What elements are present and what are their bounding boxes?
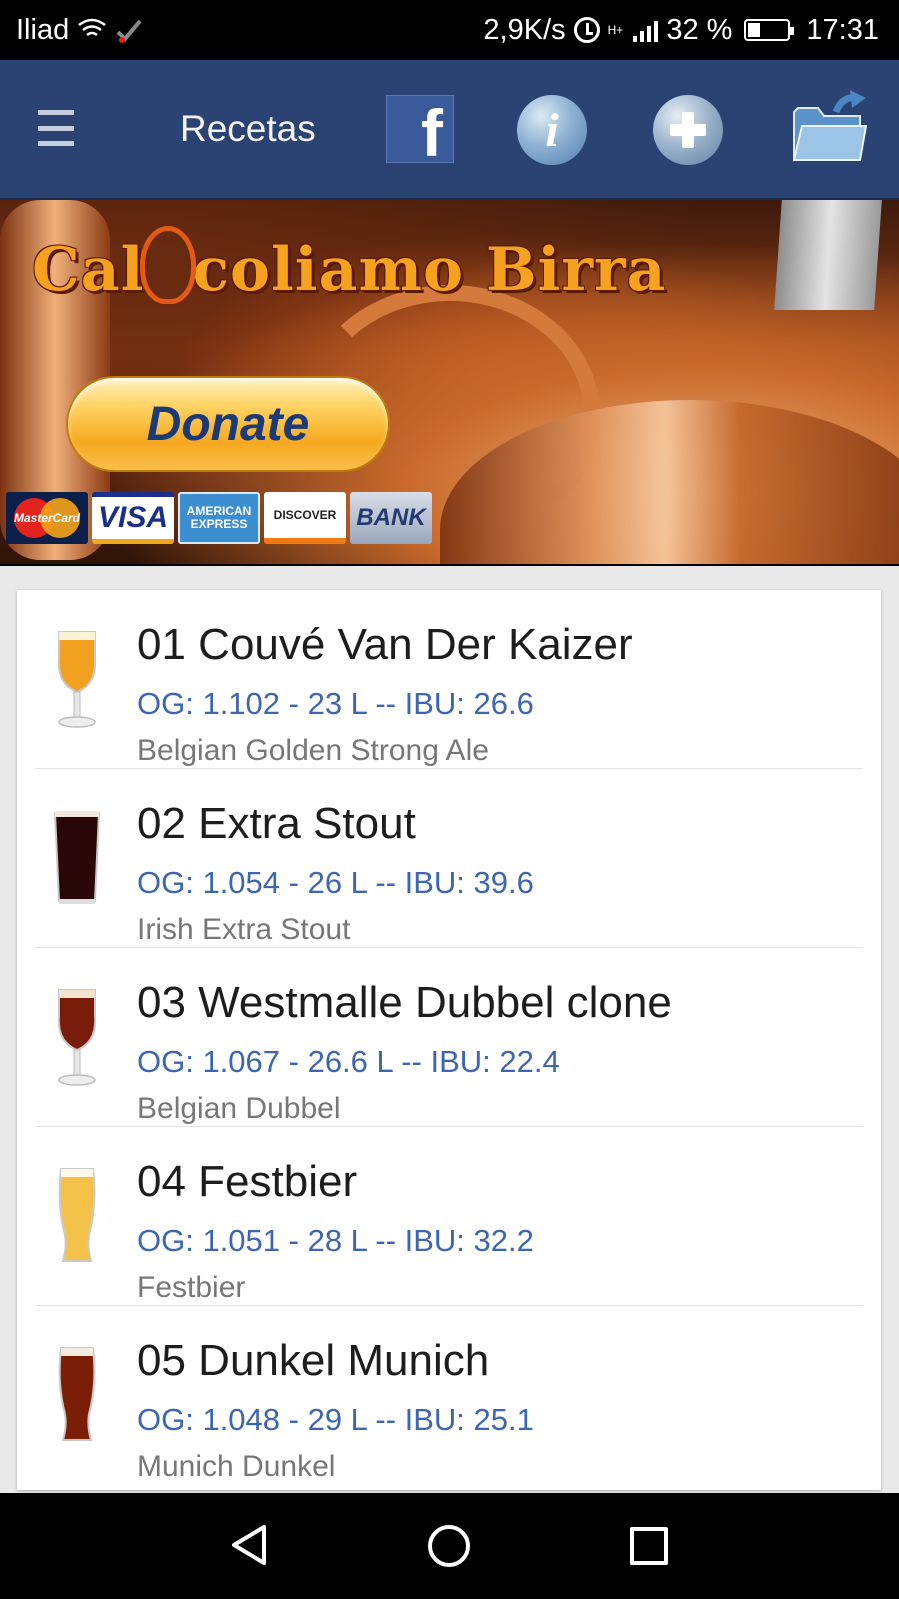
amex-logo: AMERICAN EXPRESS [178, 492, 260, 544]
battery-icon [744, 19, 795, 41]
visa-logo: VISA [92, 492, 174, 544]
recipe-name: 03 Westmalle Dubbel clone [137, 978, 672, 1027]
recipe-name: 04 Festbier [137, 1157, 358, 1206]
bank-logo: BANK [350, 492, 432, 544]
banner-vent [774, 200, 882, 310]
weizen-glass-icon [58, 1168, 96, 1262]
logo-swirl-icon [140, 226, 197, 304]
app-bar: Recetas f i [0, 60, 899, 200]
recipe-style: Festbier [137, 1271, 246, 1304]
status-left: Iliad [16, 14, 143, 47]
recipe-item[interactable]: 02 Extra Stout OG: 1.054 - 26 L -- IBU: … [17, 769, 881, 948]
facebook-button[interactable]: f [386, 95, 454, 170]
signal-icon [633, 18, 659, 42]
payment-cards: MasterCard VISA AMERICAN EXPRESS DISCOVE… [6, 492, 432, 544]
recipe-stats: OG: 1.048 - 29 L -- IBU: 25.1 [137, 1402, 534, 1437]
recipe-name: 05 Dunkel Munich [137, 1336, 490, 1385]
facebook-icon: f [421, 96, 443, 170]
brand-logo: Cal coliamo Birra [32, 226, 666, 308]
recipe-item[interactable]: 03 Westmalle Dubbel clone OG: 1.067 - 26… [17, 948, 881, 1127]
recipe-item[interactable]: 05 Dunkel Munich OG: 1.048 - 29 L -- IBU… [17, 1306, 881, 1485]
status-bar: Iliad 2,9K/s H+ 32 % 17:31 [0, 0, 899, 60]
network-speed: 2,9K/s [483, 13, 566, 46]
open-folder-button[interactable] [790, 90, 868, 166]
info-icon: i [545, 103, 559, 157]
battery-percent: 32 % [666, 13, 733, 46]
mastercard-logo: MasterCard [6, 492, 88, 544]
recipe-stats: OG: 1.067 - 26.6 L -- IBU: 22.4 [137, 1044, 560, 1079]
system-nav-bar [0, 1493, 899, 1599]
home-icon[interactable] [428, 1525, 470, 1567]
donate-button[interactable]: Donate [66, 376, 390, 472]
clock: 17:31 [806, 13, 879, 46]
recipe-style: Munich Dunkel [137, 1450, 336, 1483]
recent-apps-icon[interactable] [630, 1527, 668, 1565]
info-button[interactable]: i [517, 95, 587, 165]
tulip-glass-icon [57, 631, 97, 728]
recipe-item[interactable]: 04 Festbier OG: 1.051 - 28 L -- IBU: 32.… [17, 1127, 881, 1306]
plus-icon [670, 112, 706, 148]
recipe-stats: OG: 1.054 - 26 L -- IBU: 39.6 [137, 865, 534, 900]
add-recipe-button[interactable] [653, 95, 723, 165]
network-type: H+ [607, 23, 624, 37]
discover-logo: DISCOVER [264, 492, 346, 544]
recipe-style: Irish Extra Stout [137, 913, 351, 946]
wifi-calling-icon [78, 18, 106, 37]
no-signal-check-icon [116, 19, 142, 43]
recipe-style: Belgian Dubbel [137, 1092, 341, 1125]
donate-banner[interactable]: Cal coliamo Birra Donate MasterCard VISA … [0, 200, 899, 566]
carrier-label: Iliad [16, 13, 70, 46]
recipe-item[interactable]: 01 Couvé Van Der Kaizer OG: 1.102 - 23 L… [17, 590, 881, 769]
recipe-stats: OG: 1.102 - 23 L -- IBU: 26.6 [137, 686, 534, 721]
alarm-icon [573, 17, 600, 43]
page-title: Recetas [180, 108, 316, 149]
recipe-style: Belgian Golden Strong Ale [137, 734, 489, 767]
weizen-glass-icon [58, 1347, 96, 1441]
recipe-stats: OG: 1.051 - 28 L -- IBU: 32.2 [137, 1223, 534, 1258]
hamburger-menu-icon[interactable] [38, 110, 74, 146]
status-right: 2,9K/s H+ 32 % 17:31 [483, 14, 879, 47]
recipe-list: 01 Couvé Van Der Kaizer OG: 1.102 - 23 L… [17, 590, 881, 1490]
screen: Iliad 2,9K/s H+ 32 % 17:31 Recetas f i C… [0, 0, 899, 1599]
tulip-glass-icon [57, 989, 97, 1086]
pint-glass-icon [53, 811, 101, 904]
recipe-name: 02 Extra Stout [137, 799, 416, 848]
recipe-name: 01 Couvé Van Der Kaizer [137, 620, 633, 669]
back-icon[interactable] [228, 1523, 272, 1567]
